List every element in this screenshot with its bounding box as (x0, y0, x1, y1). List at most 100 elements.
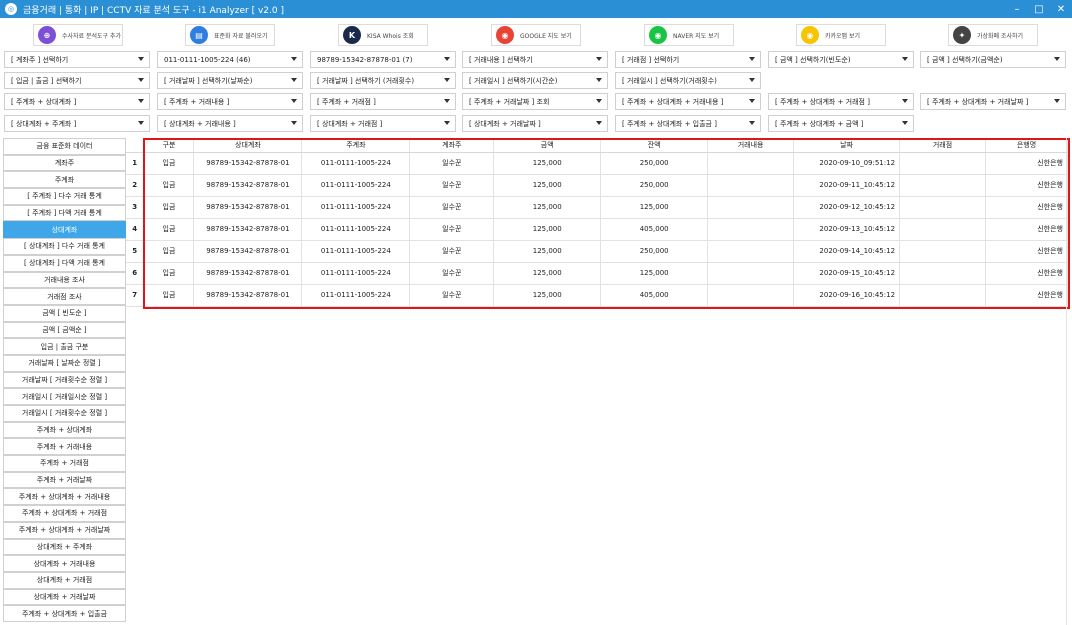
table-cell[interactable]: 입금 (143, 240, 195, 263)
google-map-button[interactable]: ◉ GOOGLE 지도 보기 (491, 24, 581, 46)
sidebar-item-standard-data[interactable]: 금융 표준화 데이터 (3, 138, 126, 155)
table-cell[interactable]: 405,000 (600, 218, 709, 241)
table-cell[interactable]: 98789-15342-87878-01 (193, 218, 303, 241)
sidebar-item-date-order[interactable]: 거래날짜 [ 날짜순 정렬 ] (3, 354, 126, 372)
sidebar-item-content-investigation[interactable]: 거래내용 조사 (3, 271, 126, 289)
main-date-select[interactable]: [ 주계좌 + 거래날짜 ] 조회 (462, 93, 608, 110)
table-row[interactable]: 4 입금 98789-15342-87878-01 011-0111-1005-… (126, 218, 1069, 241)
datetime-order-select[interactable]: [ 거래일시 ] 선택하기(시간순) (462, 72, 608, 89)
sidebar-item-counter-date[interactable]: 상대계좌 + 거래날짜 (3, 588, 126, 606)
column-header[interactable]: 은행명 (985, 138, 1069, 153)
sidebar-item-date-count[interactable]: 거래날짜 [ 거래횟수순 정렬 ] (3, 371, 126, 389)
sidebar-item-main-counter-branch[interactable]: 주계좌 + 상대계좌 + 거래점 (3, 505, 126, 522)
table-cell[interactable]: 일수꾼 (409, 262, 495, 285)
table-cell[interactable]: 입금 (143, 284, 195, 307)
close-button[interactable]: ✕ (1050, 4, 1072, 15)
main-content-select[interactable]: [ 주계좌 + 거래내용 ] (157, 93, 303, 110)
sidebar-item-main-date[interactable]: 주계좌 + 거래날짜 (3, 471, 126, 489)
sidebar-item-main-branch[interactable]: 주계좌 + 거래점 (3, 455, 126, 472)
table-cell[interactable]: 011-0111-1005-224 (301, 218, 411, 241)
sidebar-item-counter-main[interactable]: 상대계좌 + 주계좌 (3, 538, 126, 556)
table-row[interactable]: 7 입금 98789-15342-87878-01 011-0111-1005-… (126, 284, 1069, 307)
sidebar-item-main-counter-date[interactable]: 주계좌 + 상대계좌 + 거래날짜 (3, 521, 126, 539)
counter-main-select[interactable]: [ 상대계좌 + 주계좌 ] (4, 115, 150, 132)
table-cell[interactable]: 2020-09-10_09:51:12 (793, 152, 901, 175)
table-cell[interactable]: 125,000 (493, 174, 602, 197)
sidebar-item-main-counter[interactable]: 주계좌 + 상대계좌 (3, 421, 126, 439)
table-cell[interactable] (899, 262, 986, 285)
table-cell[interactable]: 신한은행 (985, 262, 1069, 285)
table-cell[interactable]: 일수꾼 (409, 152, 495, 175)
table-cell[interactable] (707, 284, 795, 307)
table-row[interactable]: 3 입금 98789-15342-87878-01 011-0111-1005-… (126, 196, 1069, 219)
sidebar-item-in-out[interactable]: 입금 | 출금 구분 (3, 338, 126, 355)
date-order-select[interactable]: [ 거래날짜 ] 선택하기(날짜순) (157, 72, 303, 89)
sidebar-item-main-counter-content[interactable]: 주계좌 + 상대계좌 + 거래내용 (3, 488, 126, 506)
counter-content-select[interactable]: [ 상대계좌 + 거래내용 ] (157, 115, 303, 132)
table-cell[interactable]: 일수꾼 (409, 218, 495, 241)
table-cell[interactable]: 일수꾼 (409, 240, 495, 263)
table-cell[interactable] (707, 218, 795, 241)
main-counter-inout-select[interactable]: [ 주계좌 + 상대계좌 + 입출금 ] (615, 115, 761, 132)
table-row[interactable]: 6 입금 98789-15342-87878-01 011-0111-1005-… (126, 262, 1069, 285)
table-cell[interactable]: 125,000 (493, 218, 602, 241)
analysis-add-button[interactable]: ⊕ 수사자료 분석도구 추가 (33, 24, 123, 46)
table-cell[interactable]: 125,000 (600, 196, 709, 219)
amount-value-select[interactable]: [ 금액 ] 선택하기(금액순) (920, 51, 1066, 68)
table-cell[interactable]: 250,000 (600, 152, 709, 175)
table-cell[interactable] (899, 174, 986, 197)
transaction-content-select[interactable]: [ 거래내용 ] 선택하기 (462, 51, 608, 68)
maximize-button[interactable]: □ (1028, 4, 1050, 15)
counter-date-select[interactable]: [ 상대계좌 + 거래날짜 ] (462, 115, 608, 132)
main-counter-date-select[interactable]: [ 주계좌 + 상대계좌 + 거래날짜 ] (920, 93, 1066, 110)
main-counter-branch-select[interactable]: [ 주계좌 + 상대계좌 + 거래점 ] (768, 93, 914, 110)
kisa-whois-button[interactable]: K KISA Whois 조회 (338, 24, 428, 46)
table-cell[interactable]: 405,000 (600, 284, 709, 307)
sidebar-item-counter-content[interactable]: 상대계좌 + 거래내용 (3, 555, 126, 572)
main-counter-select[interactable]: [ 주계좌 + 상대계좌 ] (4, 93, 150, 110)
table-cell[interactable]: 125,000 (493, 262, 602, 285)
table-cell[interactable] (707, 196, 795, 219)
table-cell[interactable]: 신한은행 (985, 152, 1069, 175)
column-header[interactable]: 상대계좌 (193, 138, 303, 153)
table-cell[interactable]: 신한은행 (985, 240, 1069, 263)
table-cell[interactable]: 125,000 (493, 152, 602, 175)
owner-select[interactable]: [ 계좌주 ] 선택하기 (4, 51, 150, 68)
sidebar-item-branch-investigation[interactable]: 거래점 조사 (3, 288, 126, 305)
datetime-count-select[interactable]: [ 거래일시 ] 선택하기(거래횟수) (615, 72, 761, 89)
table-cell[interactable]: 98789-15342-87878-01 (193, 284, 303, 307)
table-cell[interactable]: 011-0111-1005-224 (301, 240, 411, 263)
column-header[interactable]: 금액 (493, 138, 602, 153)
table-cell[interactable]: 011-0111-1005-224 (301, 152, 411, 175)
table-cell[interactable]: 일수꾼 (409, 174, 495, 197)
load-standard-data-button[interactable]: ▤ 표준화 자료 불러오기 (185, 24, 275, 46)
table-cell[interactable]: 2020-09-16_10:45:12 (793, 284, 901, 307)
sidebar-item-datetime-count[interactable]: 거래일시 [ 거래횟수순 정렬 ] (3, 405, 126, 422)
table-cell[interactable]: 011-0111-1005-224 (301, 262, 411, 285)
sidebar-item-owner[interactable]: 계좌주 (3, 154, 126, 172)
table-cell[interactable]: 98789-15342-87878-01 (193, 174, 303, 197)
counter-account-select[interactable]: 98789-15342-87878-01 (7) (310, 51, 456, 68)
table-cell[interactable]: 98789-15342-87878-01 (193, 262, 303, 285)
vertical-scrollbar[interactable] (1066, 138, 1072, 625)
table-cell[interactable]: 2020-09-15_10:45:12 (793, 262, 901, 285)
sidebar-item-main-content[interactable]: 주계좌 + 거래내용 (3, 438, 126, 456)
table-cell[interactable]: 입금 (143, 174, 195, 197)
sidebar-item-amount-frequency[interactable]: 금액 [ 빈도순 ] (3, 304, 126, 322)
table-cell[interactable]: 신한은행 (985, 218, 1069, 241)
table-cell[interactable]: 98789-15342-87878-01 (193, 240, 303, 263)
table-row[interactable]: 2 입금 98789-15342-87878-01 011-0111-1005-… (126, 174, 1069, 197)
column-header[interactable]: 날짜 (793, 138, 901, 153)
table-cell[interactable]: 98789-15342-87878-01 (193, 152, 303, 175)
sidebar-item-main-large-stats[interactable]: [ 주계좌 ] 다액 거래 통계 (3, 204, 126, 222)
sidebar-item-counter-branch[interactable]: 상대계좌 + 거래점 (3, 571, 126, 589)
table-cell[interactable]: 011-0111-1005-224 (301, 284, 411, 307)
main-counter-amount-select[interactable]: [ 주계좌 + 상대계좌 + 금액 ] (768, 115, 914, 132)
column-header[interactable]: 주계좌 (301, 138, 411, 153)
table-cell[interactable]: 250,000 (600, 240, 709, 263)
column-header[interactable]: 거래점 (899, 138, 986, 153)
table-cell[interactable]: 125,000 (600, 262, 709, 285)
branch-select[interactable]: [ 거래점 ] 선택하기 (615, 51, 761, 68)
column-header[interactable]: 거래내용 (707, 138, 795, 153)
table-cell[interactable] (899, 218, 986, 241)
